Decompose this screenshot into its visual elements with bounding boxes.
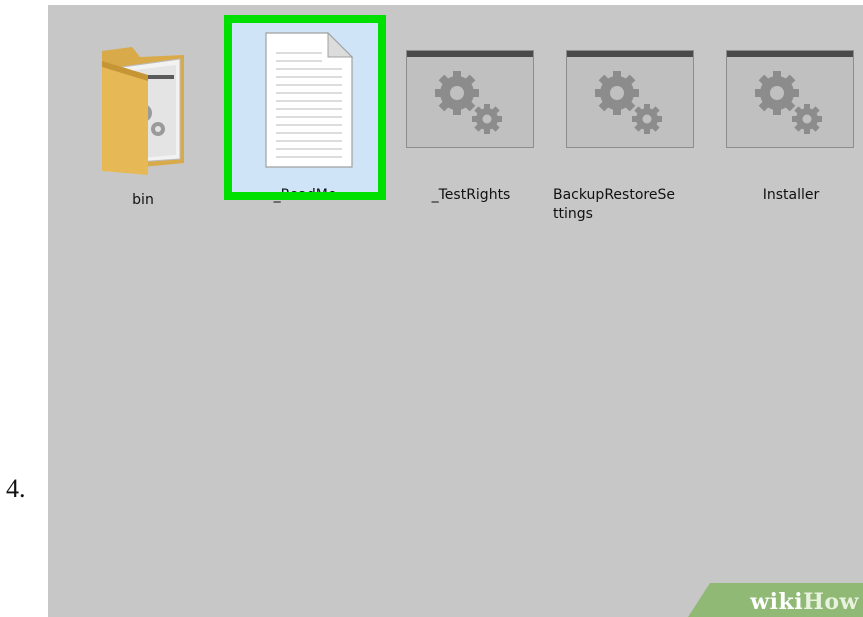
file-item-installer[interactable]: Installer <box>726 45 856 215</box>
wikihow-logo: wikiHow <box>750 589 859 615</box>
wikihow-logo-part1: wiki <box>750 589 804 615</box>
highlight-box <box>224 15 386 200</box>
file-explorer-view: bin _ReadMe _TestRights BackupRestoreSe … <box>48 5 863 617</box>
file-label-line1: BackupRestoreSe <box>553 187 675 203</box>
file-label: Installer <box>762 187 820 203</box>
file-label: _TestRights <box>431 187 511 203</box>
file-label-line2: ttings <box>553 206 593 222</box>
settings-window-icon <box>566 50 694 148</box>
file-label: bin <box>132 192 154 208</box>
folder-icon <box>102 47 184 175</box>
file-item-backuprestoresettings[interactable]: BackupRestoreSe ttings <box>553 45 696 235</box>
step-number: 4. <box>6 474 26 503</box>
settings-window-icon <box>406 50 534 148</box>
wikihow-logo-part2: How <box>803 589 859 615</box>
settings-window-icon <box>726 50 854 148</box>
file-item-bin[interactable]: bin <box>88 25 198 215</box>
file-item-testrights[interactable]: _TestRights <box>406 45 536 215</box>
